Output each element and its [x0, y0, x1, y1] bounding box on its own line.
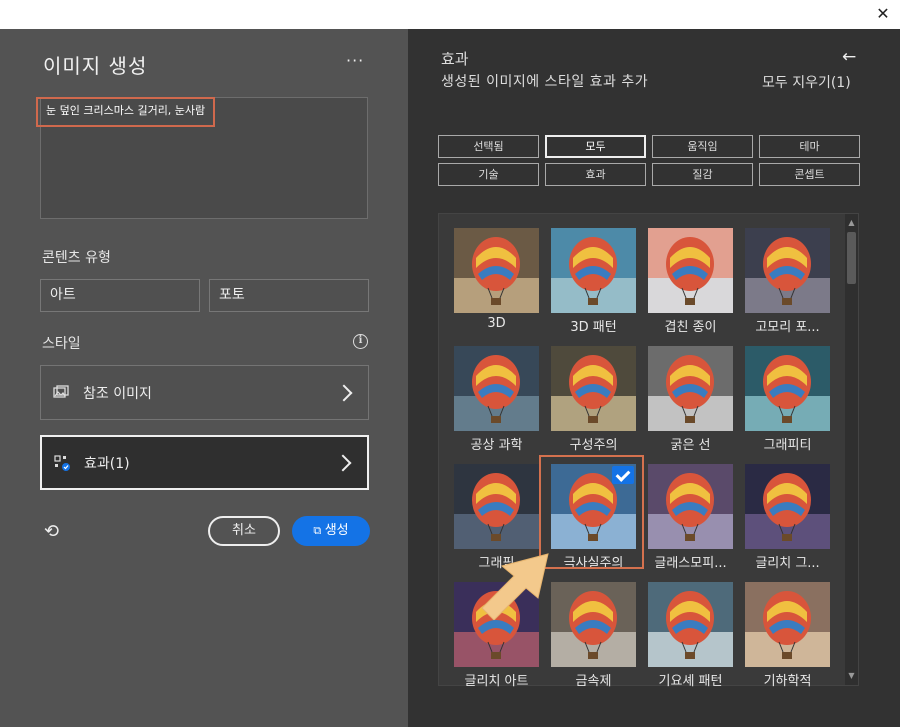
effect-label: 고모리 포... — [755, 320, 820, 335]
filter-3[interactable]: 테마 — [759, 135, 860, 158]
reset-icon[interactable]: ⟲ — [44, 521, 59, 542]
reference-image-label: 참조 이미지 — [83, 385, 152, 402]
hot-air-balloon-icon — [648, 464, 733, 549]
generate-icon: ⧉ — [313, 524, 325, 537]
effect-label: 금속제 — [575, 674, 612, 689]
effects-title: 효과 — [441, 50, 469, 68]
hot-air-balloon-icon — [551, 228, 636, 313]
effect-tile[interactable] — [551, 582, 636, 667]
effect-tile[interactable] — [648, 228, 733, 313]
effects-subtitle: 생성된 이미지에 스타일 효과 추가 — [441, 74, 649, 90]
generate-image-panel: 이미지 생성 ··· 눈 덮인 크리스마스 길거리, 눈사람 콘텐츠 유형 아트… — [0, 29, 408, 727]
filter-0[interactable]: 선택됨 — [438, 135, 539, 158]
filter-5[interactable]: 효과 — [545, 163, 646, 186]
hot-air-balloon-icon — [454, 228, 539, 313]
hot-air-balloon-icon — [454, 464, 539, 549]
filter-7[interactable]: 콘셉트 — [759, 163, 860, 186]
content-type-art[interactable]: 아트 — [40, 279, 200, 312]
effect-label: 3D 패턴 — [570, 320, 617, 335]
effect-label: 글리치 아트 — [464, 674, 529, 689]
effect-tile[interactable] — [551, 228, 636, 313]
hot-air-balloon-icon — [454, 346, 539, 431]
content-type-label: 콘텐츠 유형 — [42, 250, 111, 266]
effect-tile[interactable] — [454, 228, 539, 313]
clear-all-button[interactable]: 모두 지우기(1) — [762, 72, 851, 92]
hot-air-balloon-icon — [648, 582, 733, 667]
effects-label: 효과(1) — [84, 455, 130, 472]
filter-4[interactable]: 기술 — [438, 163, 539, 186]
scroll-down-icon[interactable]: ▼ — [847, 671, 856, 681]
effect-tile[interactable] — [648, 582, 733, 667]
effect-label: 그래피티 — [763, 438, 812, 453]
prompt-text[interactable]: 눈 덮인 크리스마스 길거리, 눈사람 — [36, 97, 216, 127]
hot-air-balloon-icon — [745, 228, 830, 313]
scrollbar-track[interactable] — [845, 214, 858, 685]
effect-label: 그래픽 — [478, 556, 515, 571]
effects-icon — [54, 454, 70, 471]
effect-tile[interactable] — [745, 228, 830, 313]
scroll-up-icon[interactable]: ▲ — [847, 218, 856, 228]
style-label: 스타일 — [42, 336, 81, 352]
effect-label: 글래스모피... — [654, 556, 727, 571]
hot-air-balloon-icon — [454, 582, 539, 667]
generate-label: 생성 — [324, 523, 349, 538]
back-arrow-icon[interactable]: ← — [842, 47, 856, 67]
image-reference-icon — [53, 384, 69, 401]
hot-air-balloon-icon — [745, 346, 830, 431]
effect-label: 3D — [487, 316, 506, 331]
filter-6[interactable]: 질감 — [652, 163, 753, 186]
close-icon[interactable]: ✕ — [872, 3, 894, 25]
effect-label: 겹친 종이 — [664, 320, 717, 335]
hot-air-balloon-icon — [551, 346, 636, 431]
effect-tile[interactable] — [454, 346, 539, 431]
effect-label: 글리치 그... — [755, 556, 820, 571]
effect-label: 구성주의 — [569, 438, 618, 453]
effect-label: 기하학적 — [763, 674, 812, 689]
panel-title: 이미지 생성 — [43, 54, 148, 78]
chevron-right-icon — [334, 454, 352, 471]
content-type-photo[interactable]: 포토 — [209, 279, 369, 312]
hot-air-balloon-icon — [551, 582, 636, 667]
effect-tile[interactable] — [551, 346, 636, 431]
effect-tile[interactable] — [551, 464, 636, 549]
hot-air-balloon-icon — [745, 464, 830, 549]
effect-tile[interactable] — [745, 346, 830, 431]
effect-tile[interactable] — [454, 464, 539, 549]
effect-label: 극사실주의 — [563, 556, 624, 571]
effect-tile[interactable] — [648, 346, 733, 431]
scrollbar-thumb[interactable] — [847, 232, 856, 284]
effect-label: 굵은 선 — [670, 438, 711, 453]
filter-1[interactable]: 모두 — [545, 135, 646, 158]
hot-air-balloon-icon — [648, 346, 733, 431]
effects-button[interactable]: 효과(1) — [40, 435, 369, 490]
reference-image-button[interactable]: 참조 이미지 — [40, 365, 369, 420]
filter-2[interactable]: 움직임 — [652, 135, 753, 158]
effect-tile[interactable] — [745, 582, 830, 667]
window-titlebar: ✕ — [0, 0, 900, 29]
cancel-button[interactable]: 취소 — [208, 516, 280, 546]
more-options-icon[interactable]: ··· — [346, 51, 364, 70]
effect-tile[interactable] — [648, 464, 733, 549]
effect-label: 공상 과학 — [470, 438, 523, 453]
chevron-right-icon — [335, 384, 353, 401]
checkmark-icon — [612, 466, 634, 484]
generate-button[interactable]: ⧉ 생성 — [292, 516, 370, 546]
effect-tile[interactable] — [745, 464, 830, 549]
effect-label: 기요셰 패턴 — [658, 674, 723, 689]
hot-air-balloon-icon — [648, 228, 733, 313]
effect-tile[interactable] — [454, 582, 539, 667]
hot-air-balloon-icon — [745, 582, 830, 667]
info-icon[interactable]: i — [353, 334, 368, 349]
